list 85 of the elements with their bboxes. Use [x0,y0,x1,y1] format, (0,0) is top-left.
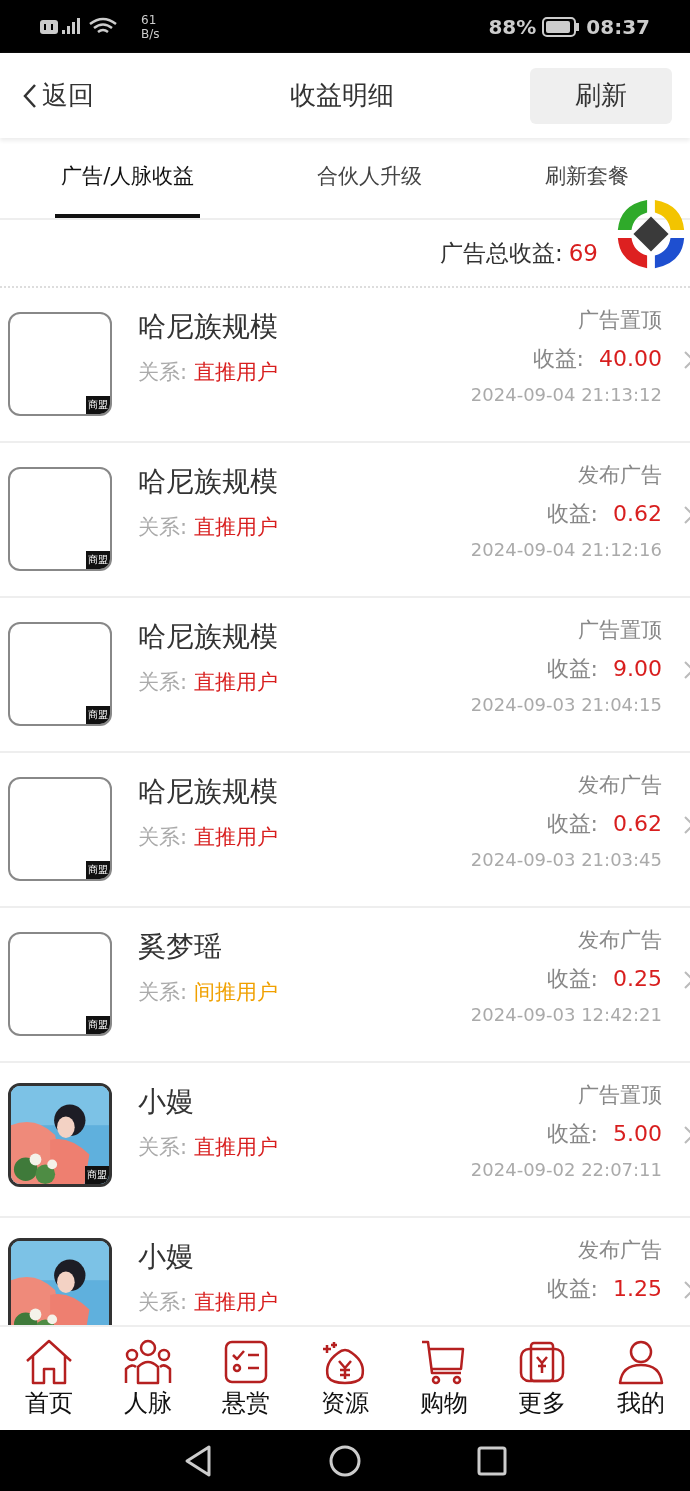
total-value: 69 [568,240,598,266]
income-amount: 9.00 [613,656,662,681]
income-type: 广告置顶 [578,1082,662,1109]
nav-item[interactable]: 购物 [418,1338,469,1419]
nav-item[interactable]: 更多 [517,1338,568,1419]
income-record[interactable]: 商盟 小嫚 关系: 直推用户 广告置顶 收益: 5.00 2024-09-02 22:07:11 [0,1063,690,1218]
badge: 商盟 [86,1016,110,1034]
user-name: 哈尼族规模 [138,309,279,345]
record-time: 2024-09-03 12:42:21 [470,1004,662,1025]
income-label: 收益: [546,501,598,526]
page-title: 收益明细 [290,79,394,112]
battery-percent: 88% [488,14,537,39]
back-button[interactable]: 返回 [22,78,94,113]
people-icon [122,1338,173,1385]
income-type: 发布广告 [578,1237,662,1264]
income-amount: 0.62 [613,501,662,526]
income-type: 广告置顶 [578,307,662,334]
income-label: 收益: [546,1121,598,1146]
badge: 商盟 [85,1166,109,1184]
relation-label: 关系: [138,980,188,1004]
relation-value: 直推用户 [193,1135,278,1159]
income-label: 收益: [546,811,598,836]
relation-label: 关系: [138,360,188,384]
relation-value: 直推用户 [193,515,278,539]
relation-value: 直推用户 [193,1290,278,1314]
income-amount: 5.00 [613,1121,662,1146]
income-record[interactable]: 商盟 哈尼族规模 关系: 直推用户 发布广告 收益: 0.62 2024-09-04 21:12:16 [0,443,690,598]
relation-label: 关系: [138,1290,188,1314]
home-circle-icon[interactable] [328,1443,362,1478]
nav-item[interactable]: 首页 [24,1338,75,1419]
income-amount: 0.25 [613,966,662,991]
battery-icon [542,16,581,37]
nav-item[interactable]: 人脉 [122,1338,173,1419]
badge: 商盟 [86,396,110,414]
user-name: 小嫚 [138,1239,195,1275]
user-name: 哈尼族规模 [138,464,279,500]
relation-value: 直推用户 [193,825,278,849]
income-type: 发布广告 [578,462,662,489]
income-amount: 1.25 [613,1276,662,1301]
income-record[interactable]: 小嫚 关系: 直推用户 发布广告 收益: 1.25 [0,1218,690,1325]
clock: 08:37 [586,14,650,39]
network-speed: 61 [141,12,158,27]
income-type: 发布广告 [578,927,662,954]
tab[interactable]: 广告/人脉收益 [55,138,201,218]
income-label: 收益: [546,656,598,681]
income-record[interactable]: 商盟 哈尼族规模 关系: 直推用户 广告置顶 收益: 40.00 2024-09-04 21:13:12 [0,288,690,443]
relation-label: 关系: [138,515,188,539]
relation-label: 关系: [138,825,188,849]
record-time: 2024-09-03 21:03:45 [470,849,662,870]
nav-item[interactable]: 我的 [615,1338,666,1419]
income-record[interactable]: 商盟 哈尼族规模 关系: 直推用户 发布广告 收益: 0.62 2024-09-03 21:03:45 [0,753,690,908]
recent-apps-icon[interactable] [477,1445,507,1476]
badge: 商盟 [86,706,110,724]
badge: 商盟 [86,861,110,879]
network-speed: B/s [141,26,160,41]
tab[interactable]: 刷新套餐 [538,138,635,218]
income-type: 广告置顶 [578,617,662,644]
income-amount: 0.62 [613,811,662,836]
relation-value: 间推用户 [193,980,278,1004]
income-label: 收益: [546,1276,598,1301]
record-time: 2024-09-04 21:13:12 [470,384,662,405]
tab[interactable]: 合伙人升级 [311,138,429,218]
record-time: 2024-09-04 21:12:16 [470,539,662,560]
total-label: 广告总收益: [439,238,563,268]
relation-label: 关系: [138,670,188,694]
user-name: 哈尼族规模 [138,619,279,655]
relation-value: 直推用户 [193,670,278,694]
user-name: 奚梦瑶 [138,929,223,965]
refresh-button[interactable]: 刷新 [530,67,672,124]
income-type: 发布广告 [578,772,662,799]
income-label: 收益: [532,346,584,371]
income-amount: 40.00 [599,346,662,371]
income-record[interactable]: 商盟 奚梦瑶 关系: 间推用户 发布广告 收益: 0.25 2024-09-03 12:42:21 [0,908,690,1063]
income-label: 收益: [546,966,598,991]
user-name: 小嫚 [138,1084,195,1120]
nav-item[interactable]: 资源 [319,1338,370,1419]
nav-item[interactable]: 悬赏 [221,1338,272,1419]
badge: 商盟 [86,551,110,569]
record-time: 2024-09-02 22:07:11 [470,1159,662,1180]
record-time: 2024-09-03 21:04:15 [470,694,662,715]
relation-label: 关系: [138,1135,188,1159]
relation-value: 直推用户 [193,360,278,384]
back-icon[interactable] [183,1443,213,1478]
user-name: 哈尼族规模 [138,774,279,810]
income-record[interactable]: 商盟 哈尼族规模 关系: 直推用户 广告置顶 收益: 9.00 2024-09-03 21:04:15 [0,598,690,753]
